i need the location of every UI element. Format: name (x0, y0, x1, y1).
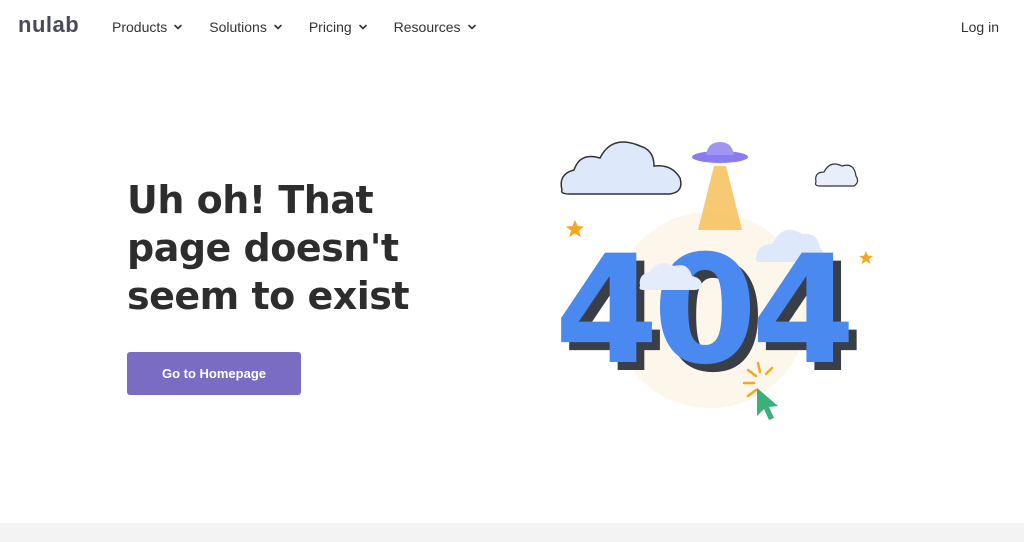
nav-resources[interactable]: Resources (394, 19, 477, 35)
login-link[interactable]: Log in (961, 19, 999, 35)
nav-products-label: Products (112, 19, 168, 35)
nav-pricing[interactable]: Pricing (309, 19, 368, 35)
nav-solutions[interactable]: Solutions (209, 19, 283, 35)
star-icon (859, 251, 873, 264)
main-menu: Products Solutions Pricing Resources (112, 19, 477, 35)
chevron-down-icon (174, 24, 183, 30)
ufo-icon (692, 142, 748, 163)
page-title: Uh oh! That page doesn't seem to exist (127, 178, 410, 318)
go-to-homepage-button[interactable]: Go to Homepage (127, 352, 301, 395)
nav-resources-label: Resources (393, 19, 461, 35)
ufo-beam (698, 166, 742, 230)
nav-solutions-label: Solutions (209, 19, 267, 35)
cloud-icon (560, 141, 682, 195)
nav-products[interactable]: Products (112, 19, 183, 35)
chevron-down-icon (467, 24, 476, 30)
nav-pricing-label: Pricing (308, 19, 352, 35)
nulab-logo[interactable]: nulab (18, 12, 79, 38)
cloud-icon (814, 163, 859, 187)
chevron-down-icon (358, 24, 367, 30)
top-nav: nulab Products Solutions Pricing Resourc… (0, 0, 1024, 54)
404-illustration: 404 404 (554, 141, 873, 420)
chevron-down-icon (274, 24, 282, 30)
footer-band (0, 523, 1024, 542)
404-text: 404 (554, 224, 849, 398)
